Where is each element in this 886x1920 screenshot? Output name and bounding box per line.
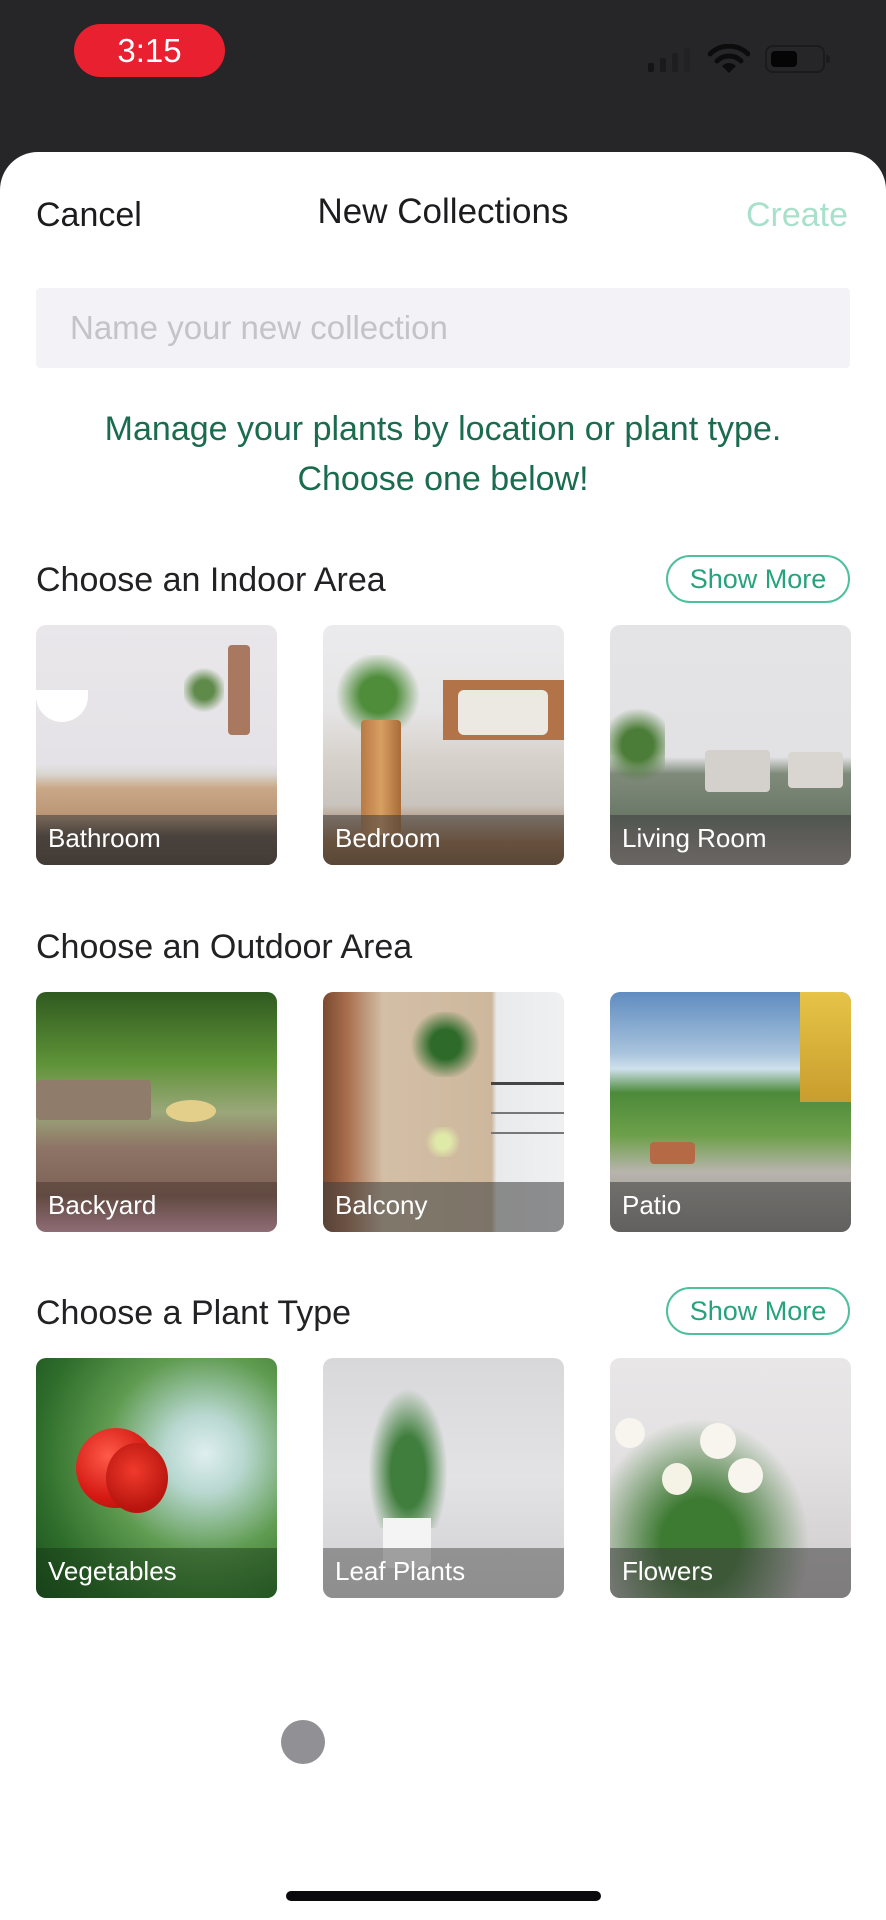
battery-icon: [765, 45, 830, 73]
tile-bedroom[interactable]: Bedroom: [323, 625, 564, 865]
instructions-line-2: Choose one below!: [297, 460, 589, 498]
plant-type-heading: Choose a Plant Type: [36, 1294, 352, 1332]
indoor-area-heading: Choose an Indoor Area: [36, 561, 386, 599]
tile-flowers[interactable]: Flowers: [610, 1358, 851, 1598]
instructions-text: Manage your plants by location or plant …: [0, 404, 886, 504]
status-time: 3:15: [74, 24, 225, 77]
instructions-line-1: Manage your plants by location or plant …: [104, 410, 782, 448]
tile-label: Flowers: [622, 1556, 714, 1586]
tile-label: Backyard: [48, 1190, 157, 1220]
tile-vegetables[interactable]: Vegetables: [36, 1358, 277, 1598]
wifi-icon: [707, 43, 751, 74]
tile-label: Balcony: [335, 1190, 428, 1220]
tile-leaf-plants[interactable]: Leaf Plants: [323, 1358, 564, 1598]
tile-backyard[interactable]: Backyard: [36, 992, 277, 1232]
tile-label: Bathroom: [48, 823, 161, 853]
touch-indicator: [281, 1720, 325, 1764]
tile-living-room[interactable]: Living Room: [610, 625, 851, 865]
collection-name-input[interactable]: [36, 288, 850, 368]
plant-type-show-more-button[interactable]: Show More: [666, 1287, 850, 1335]
indoor-show-more-button[interactable]: Show More: [666, 555, 850, 603]
tile-label: Vegetables: [48, 1556, 177, 1586]
tile-bathroom[interactable]: Bathroom: [36, 625, 277, 865]
outdoor-area-heading: Choose an Outdoor Area: [36, 928, 413, 966]
tile-label: Leaf Plants: [335, 1556, 466, 1586]
home-indicator[interactable]: [286, 1891, 601, 1901]
tile-patio[interactable]: Patio: [610, 992, 851, 1232]
tile-label: Bedroom: [335, 823, 441, 853]
tile-balcony[interactable]: Balcony: [323, 992, 564, 1232]
signal-icon: [648, 48, 694, 72]
create-button[interactable]: Create: [746, 196, 848, 235]
tile-label: Patio: [622, 1190, 682, 1220]
tile-label: Living Room: [622, 823, 767, 853]
